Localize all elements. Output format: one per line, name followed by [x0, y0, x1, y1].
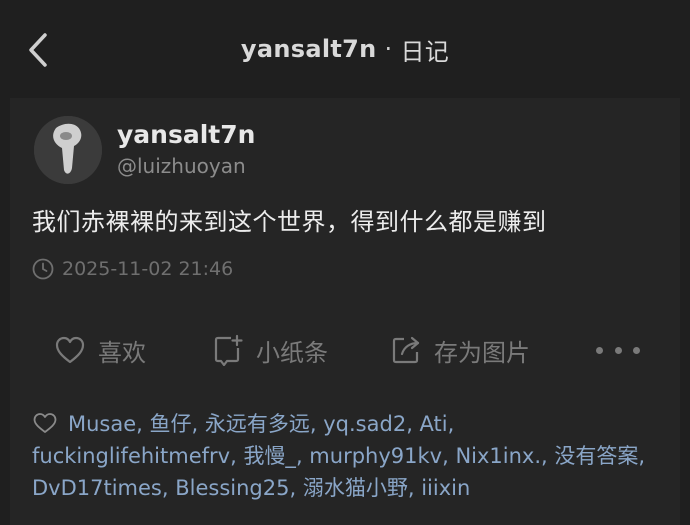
liker-link[interactable]: 我慢_ — [243, 444, 296, 468]
avatar[interactable] — [34, 116, 102, 184]
liker-link[interactable]: iiixin — [421, 476, 470, 500]
liker-link[interactable]: Nix1inx. — [455, 444, 541, 468]
top-bar: yansalt7n · 日记 — [0, 0, 690, 98]
liker-separator: , — [289, 476, 303, 500]
title-separator: · — [384, 35, 393, 63]
liker-separator: , — [191, 412, 205, 436]
liker-separator: , — [447, 412, 455, 436]
clock-icon — [32, 258, 54, 280]
liker-link[interactable]: Blessing25 — [175, 476, 289, 500]
liker-link[interactable]: Ati — [420, 412, 448, 436]
like-button[interactable]: 喜欢 — [54, 330, 146, 370]
liker-link[interactable]: 没有答案 — [554, 444, 638, 468]
diary-post-card: yansalt7n @luizhuoyan 我们赤裸裸的来到这个世界，得到什么都… — [10, 98, 680, 525]
liker-separator: , — [295, 444, 310, 468]
liker-link[interactable]: fuckinglifehitmefrv — [32, 444, 230, 468]
note-label: 小纸条 — [256, 338, 328, 367]
liker-link[interactable]: yq.sad2 — [323, 412, 406, 436]
liker-link[interactable]: DvD17times — [32, 476, 162, 500]
likers-names: Musae, 鱼仔, 永远有多远, yq.sad2, Ati, fuckingl… — [32, 412, 645, 500]
liker-link[interactable]: 鱼仔 — [150, 412, 192, 436]
liker-separator: , — [407, 476, 422, 500]
liker-separator: , — [638, 444, 646, 468]
note-plus-icon — [214, 334, 243, 366]
more-dots-icon — [596, 346, 603, 354]
liker-link[interactable]: Musae — [68, 412, 136, 436]
liker-link[interactable]: murphy91kv — [309, 444, 442, 468]
save-image-button[interactable]: 存为图片 — [390, 330, 530, 370]
title-username: yansalt7n — [240, 35, 377, 63]
heart-icon — [55, 336, 85, 364]
avatar-image — [34, 116, 102, 184]
back-button[interactable] — [18, 28, 58, 72]
page-title: yansalt7n · 日记 — [0, 0, 690, 98]
liker-separator: , — [309, 412, 324, 436]
action-bar: 喜欢 小纸条 存为图片 — [10, 330, 680, 370]
post-content: 我们赤裸裸的来到这个世界，得到什么都是赚到 — [32, 208, 547, 236]
like-label: 喜欢 — [98, 338, 146, 367]
save-image-label: 存为图片 — [434, 338, 530, 367]
post-timestamp: 2025-11-02 21:46 — [62, 258, 234, 280]
share-icon — [392, 336, 420, 364]
liker-separator: , — [161, 476, 176, 500]
liker-separator: , — [406, 412, 420, 436]
title-section: 日记 — [400, 37, 450, 66]
chevron-left-icon — [29, 33, 47, 67]
liker-separator: , — [136, 412, 150, 436]
liker-link[interactable]: 溺水猫小野 — [303, 476, 408, 500]
likers-list: Musae, 鱼仔, 永远有多远, yq.sad2, Ati, fuckingl… — [32, 408, 660, 504]
liker-link[interactable]: 永远有多远 — [205, 412, 310, 436]
post-timestamp-row: 2025-11-02 21:46 — [32, 258, 233, 280]
heart-icon — [33, 413, 57, 433]
liker-separator: , — [230, 444, 244, 468]
liker-separator: , — [442, 444, 456, 468]
liker-separator: , — [541, 444, 555, 468]
more-options-button[interactable] — [596, 338, 640, 362]
author-name[interactable]: yansalt7n — [117, 120, 255, 149]
note-button[interactable]: 小纸条 — [212, 330, 328, 370]
author-handle: @luizhuoyan — [117, 154, 246, 178]
